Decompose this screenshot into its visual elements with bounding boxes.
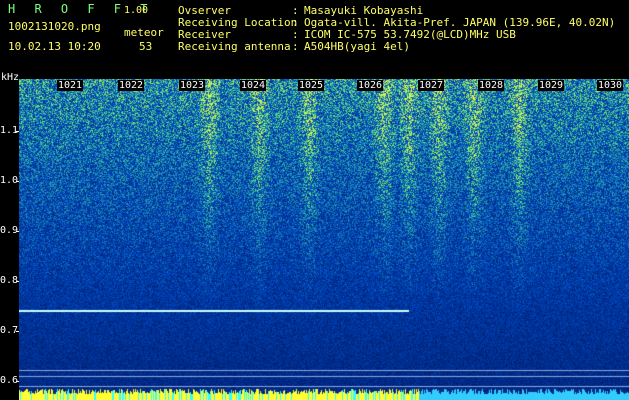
info-row-antenna: Receiving antenna: A504HB(yagi 4el): [178, 40, 410, 53]
ytick-mark: [16, 331, 19, 332]
minute-label: 1023: [179, 80, 206, 91]
ytick-mark: [16, 231, 19, 232]
spectrogram: [19, 79, 629, 400]
meteor-count: 53: [139, 40, 153, 53]
frequency-unit-label: kHz: [1, 72, 20, 83]
minute-label: 1024: [240, 80, 267, 91]
ytick-mark: [16, 131, 19, 132]
minute-label: 1030: [597, 80, 624, 91]
minute-label: 1027: [418, 80, 445, 91]
spectrogram-canvas: [19, 79, 629, 400]
info-key: Receiving antenna: [178, 40, 291, 53]
info-sep: :: [292, 40, 299, 53]
meteor-label: meteor: [124, 26, 164, 39]
minute-label: 1021: [57, 80, 84, 91]
minute-label: 1028: [478, 80, 505, 91]
info-value: A504HB(yagi 4el): [304, 40, 410, 53]
file-name: 1002131020.png: [8, 20, 101, 33]
ytick-mark: [16, 281, 19, 282]
ytick-mark: [16, 181, 19, 182]
file-datetime: 10.02.13 10:20: [8, 40, 101, 53]
minute-label: 1022: [118, 80, 145, 91]
minute-label: 1025: [298, 80, 325, 91]
minute-label: 1026: [357, 80, 384, 91]
app-version: 1.00: [124, 5, 149, 16]
ytick-mark: [16, 381, 19, 382]
minute-label: 1029: [538, 80, 565, 91]
